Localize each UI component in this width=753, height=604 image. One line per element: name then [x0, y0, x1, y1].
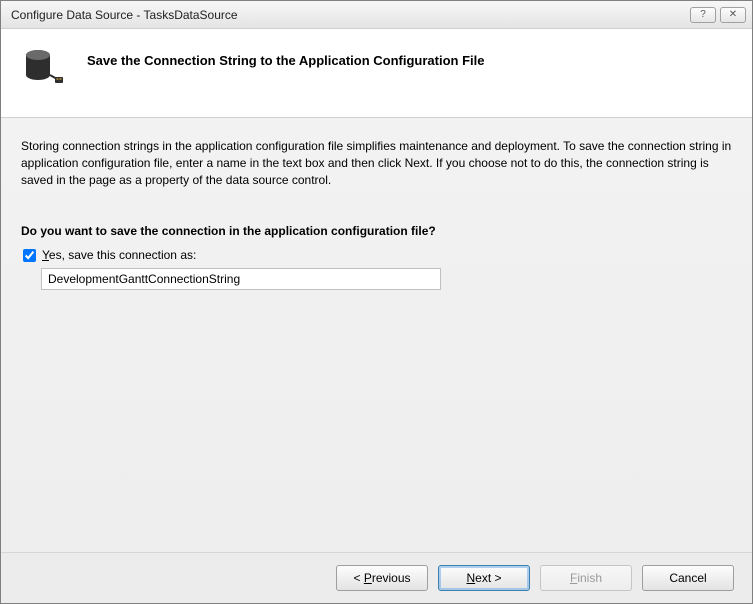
- finish-button: Finish: [540, 565, 632, 591]
- wizard-window: Configure Data Source - TasksDataSource …: [0, 0, 753, 604]
- save-connection-label[interactable]: Yes, save this connection as:: [42, 248, 196, 262]
- instruction-text: Storing connection strings in the applic…: [21, 138, 732, 188]
- save-connection-checkbox-row: Yes, save this connection as:: [23, 248, 732, 262]
- save-connection-checkbox[interactable]: [23, 249, 36, 262]
- wizard-header: Save the Connection String to the Applic…: [1, 29, 752, 118]
- connection-name-input[interactable]: [41, 268, 441, 290]
- wizard-step-title: Save the Connection String to the Applic…: [87, 45, 484, 68]
- wizard-body: Storing connection strings in the applic…: [1, 118, 752, 552]
- cancel-button[interactable]: Cancel: [642, 565, 734, 591]
- close-button[interactable]: ✕: [720, 7, 746, 23]
- titlebar: Configure Data Source - TasksDataSource …: [1, 1, 752, 29]
- previous-button[interactable]: < Previous: [336, 565, 428, 591]
- close-icon: ✕: [729, 9, 737, 20]
- wizard-button-bar: < Previous Next > Finish Cancel: [1, 552, 752, 603]
- prompt-question: Do you want to save the connection in th…: [21, 224, 732, 238]
- help-icon: ?: [700, 9, 706, 20]
- next-button[interactable]: Next >: [438, 565, 530, 591]
- help-button[interactable]: ?: [690, 7, 716, 23]
- database-icon: [21, 45, 65, 89]
- window-title: Configure Data Source - TasksDataSource: [11, 8, 686, 22]
